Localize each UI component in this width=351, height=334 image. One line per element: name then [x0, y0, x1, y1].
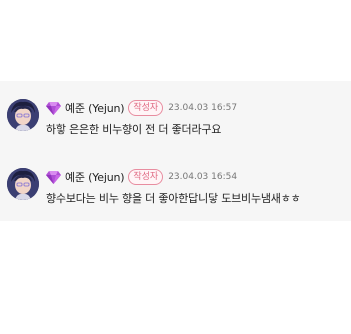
comment-list: 예준 (Yejun) 작성자 23.04.03 16:57 하핳 은은한 비누향…: [0, 81, 351, 221]
author-badge: 작성자: [128, 100, 164, 116]
comment-meta: 예준 (Yejun) 작성자 23.04.03 16:54: [46, 168, 237, 186]
purple-gem-icon: [46, 170, 61, 184]
comment-text: 향수보다는 비누 향을 더 좋아한답니닿 도브비누냄새ㅎㅎ: [46, 192, 301, 205]
comment-meta: 예준 (Yejun) 작성자 23.04.03 16:57: [46, 99, 237, 117]
comment-item: 예준 (Yejun) 작성자 23.04.03 16:54 향수보다는 비누 향…: [0, 160, 351, 222]
comment-date: 23.04.03 16:57: [168, 103, 238, 113]
comment-text: 하핳 은은한 비누향이 전 더 좋더라구요: [46, 123, 222, 136]
comment-item: 예준 (Yejun) 작성자 23.04.03 16:57 하핳 은은한 비누향…: [0, 91, 351, 153]
author-badge: 작성자: [128, 169, 164, 185]
avatar[interactable]: [7, 99, 39, 131]
author-name[interactable]: 예준 (Yejun): [65, 169, 125, 185]
avatar[interactable]: [7, 168, 39, 200]
comment-date: 23.04.03 16:54: [168, 172, 238, 182]
purple-gem-icon: [46, 101, 61, 115]
author-name[interactable]: 예준 (Yejun): [65, 100, 125, 116]
